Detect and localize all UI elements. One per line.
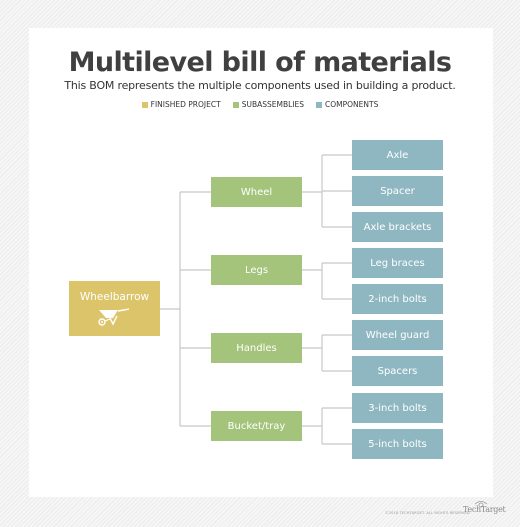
root-label: Wheelbarrow	[79, 291, 150, 303]
component-label: 2-inch bolts	[368, 293, 427, 305]
techtarget-logo: TechTarget	[463, 505, 506, 514]
component-node: Axle	[352, 140, 443, 170]
component-label: Axle brackets	[363, 221, 432, 233]
component-node: Spacer	[352, 176, 443, 206]
subassembly-node: Legs	[211, 255, 302, 285]
component-label: Spacer	[380, 185, 415, 197]
component-label: Wheel guard	[365, 329, 430, 341]
wheelbarrow-icon	[97, 308, 129, 326]
component-label: 5-inch bolts	[368, 438, 427, 450]
subassembly-node: Wheel	[211, 177, 302, 207]
component-label: Leg braces	[370, 257, 425, 269]
copyright-text: ©2018 TECHTARGET. ALL RIGHTS RESERVED	[385, 511, 470, 515]
component-node: 5-inch bolts	[352, 429, 443, 459]
subassembly-label: Legs	[244, 264, 269, 276]
component-node: Axle brackets	[352, 212, 443, 242]
component-node: 3-inch bolts	[352, 393, 443, 423]
subassembly-label: Wheel	[240, 186, 273, 198]
component-label: Axle	[386, 149, 409, 161]
subassembly-node: Handles	[211, 333, 302, 363]
component-label: Spacers	[377, 365, 418, 377]
component-label: 3-inch bolts	[368, 402, 427, 414]
subassembly-label: Handles	[236, 342, 277, 354]
component-node: Leg braces	[352, 248, 443, 278]
component-node: Spacers	[352, 356, 443, 386]
component-node: Wheel guard	[352, 320, 443, 350]
subassembly-node: Bucket/tray	[211, 411, 302, 441]
component-node: 2-inch bolts	[352, 284, 443, 314]
subassembly-label: Bucket/tray	[227, 420, 286, 432]
root-node-wheelbarrow: Wheelbarrow	[69, 281, 160, 336]
